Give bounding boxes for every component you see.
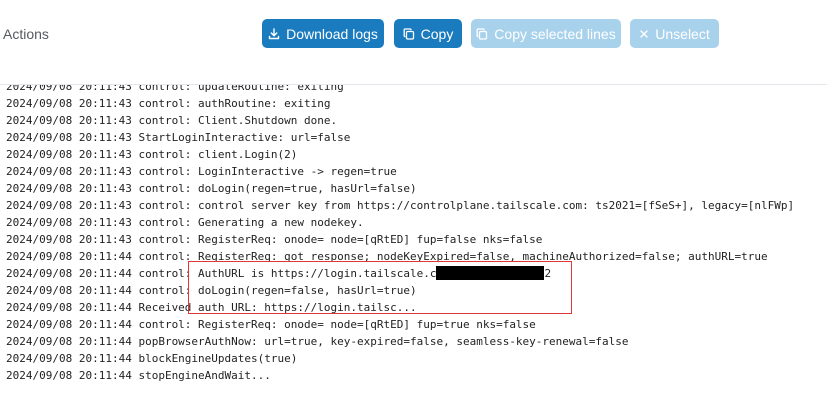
x-icon (639, 29, 649, 39)
log-line[interactable]: 2024/09/08 20:11:43 StartLoginInteractiv… (6, 129, 794, 146)
unselect-button[interactable]: Unselect (630, 19, 719, 48)
log-panel[interactable]: 2024/09/08 20:11:43 control: updateRouti… (0, 85, 827, 402)
log-line[interactable]: 2024/09/08 20:11:44 control: doLogin(reg… (6, 282, 794, 299)
redacted-suffix: 2 (544, 267, 552, 280)
log-line[interactable]: 2024/09/08 20:11:43 control: authRoutine… (6, 95, 794, 112)
log-line[interactable]: 2024/09/08 20:11:43 control: Client.Shut… (6, 112, 794, 129)
log-line[interactable]: 2024/09/08 20:11:43 control: client.Logi… (6, 146, 794, 163)
copy-selected-lines-label: Copy selected lines (494, 25, 616, 42)
actions-toolbar: Actions Download logs Copy Copy selected… (0, 0, 827, 84)
actions-label: Actions (3, 26, 49, 42)
copy-label: Copy (420, 25, 454, 42)
copy-button[interactable]: Copy (394, 19, 462, 48)
copy-icon (476, 27, 488, 40)
download-logs-label: Download logs (286, 25, 378, 42)
log-line[interactable]: 2024/09/08 20:11:44 control: RegisterReq… (6, 248, 794, 265)
log-line[interactable]: 2024/09/08 20:11:43 control: doLogin(reg… (6, 180, 794, 197)
log-line[interactable]: 2024/09/08 20:11:43 control: control ser… (6, 197, 794, 214)
copy-icon (403, 27, 415, 40)
redaction-bar (436, 266, 545, 280)
download-logs-button[interactable]: Download logs (262, 19, 384, 48)
copy-selected-lines-button[interactable]: Copy selected lines (471, 19, 621, 48)
download-icon (268, 27, 280, 40)
log-lines: 2024/09/08 20:11:43 control: updateRouti… (6, 85, 794, 384)
log-line[interactable]: 2024/09/08 20:11:44 Received auth URL: h… (6, 299, 794, 316)
log-line[interactable]: 2024/09/08 20:11:43 control: RegisterReq… (6, 231, 794, 248)
log-line[interactable]: 2024/09/08 20:11:44 blockEngineUpdates(t… (6, 350, 794, 367)
log-line-authurl[interactable]: 2024/09/08 20:11:44 control: AuthURL is … (6, 265, 794, 282)
log-line[interactable]: 2024/09/08 20:11:44 popBrowserAuthNow: u… (6, 333, 794, 350)
log-line[interactable]: 2024/09/08 20:11:44 stopEngineAndWait... (6, 367, 794, 384)
unselect-label: Unselect (655, 25, 710, 42)
log-line[interactable]: 2024/09/08 20:11:44 control: RegisterReq… (6, 316, 794, 333)
log-line[interactable]: 2024/09/08 20:11:43 control: LoginIntera… (6, 163, 794, 180)
log-line-text: 2024/09/08 20:11:44 control: AuthURL is … (6, 267, 437, 280)
log-line[interactable]: 2024/09/08 20:11:43 control: Generating … (6, 214, 794, 231)
log-line[interactable]: 2024/09/08 20:11:43 control: updateRouti… (6, 85, 794, 95)
